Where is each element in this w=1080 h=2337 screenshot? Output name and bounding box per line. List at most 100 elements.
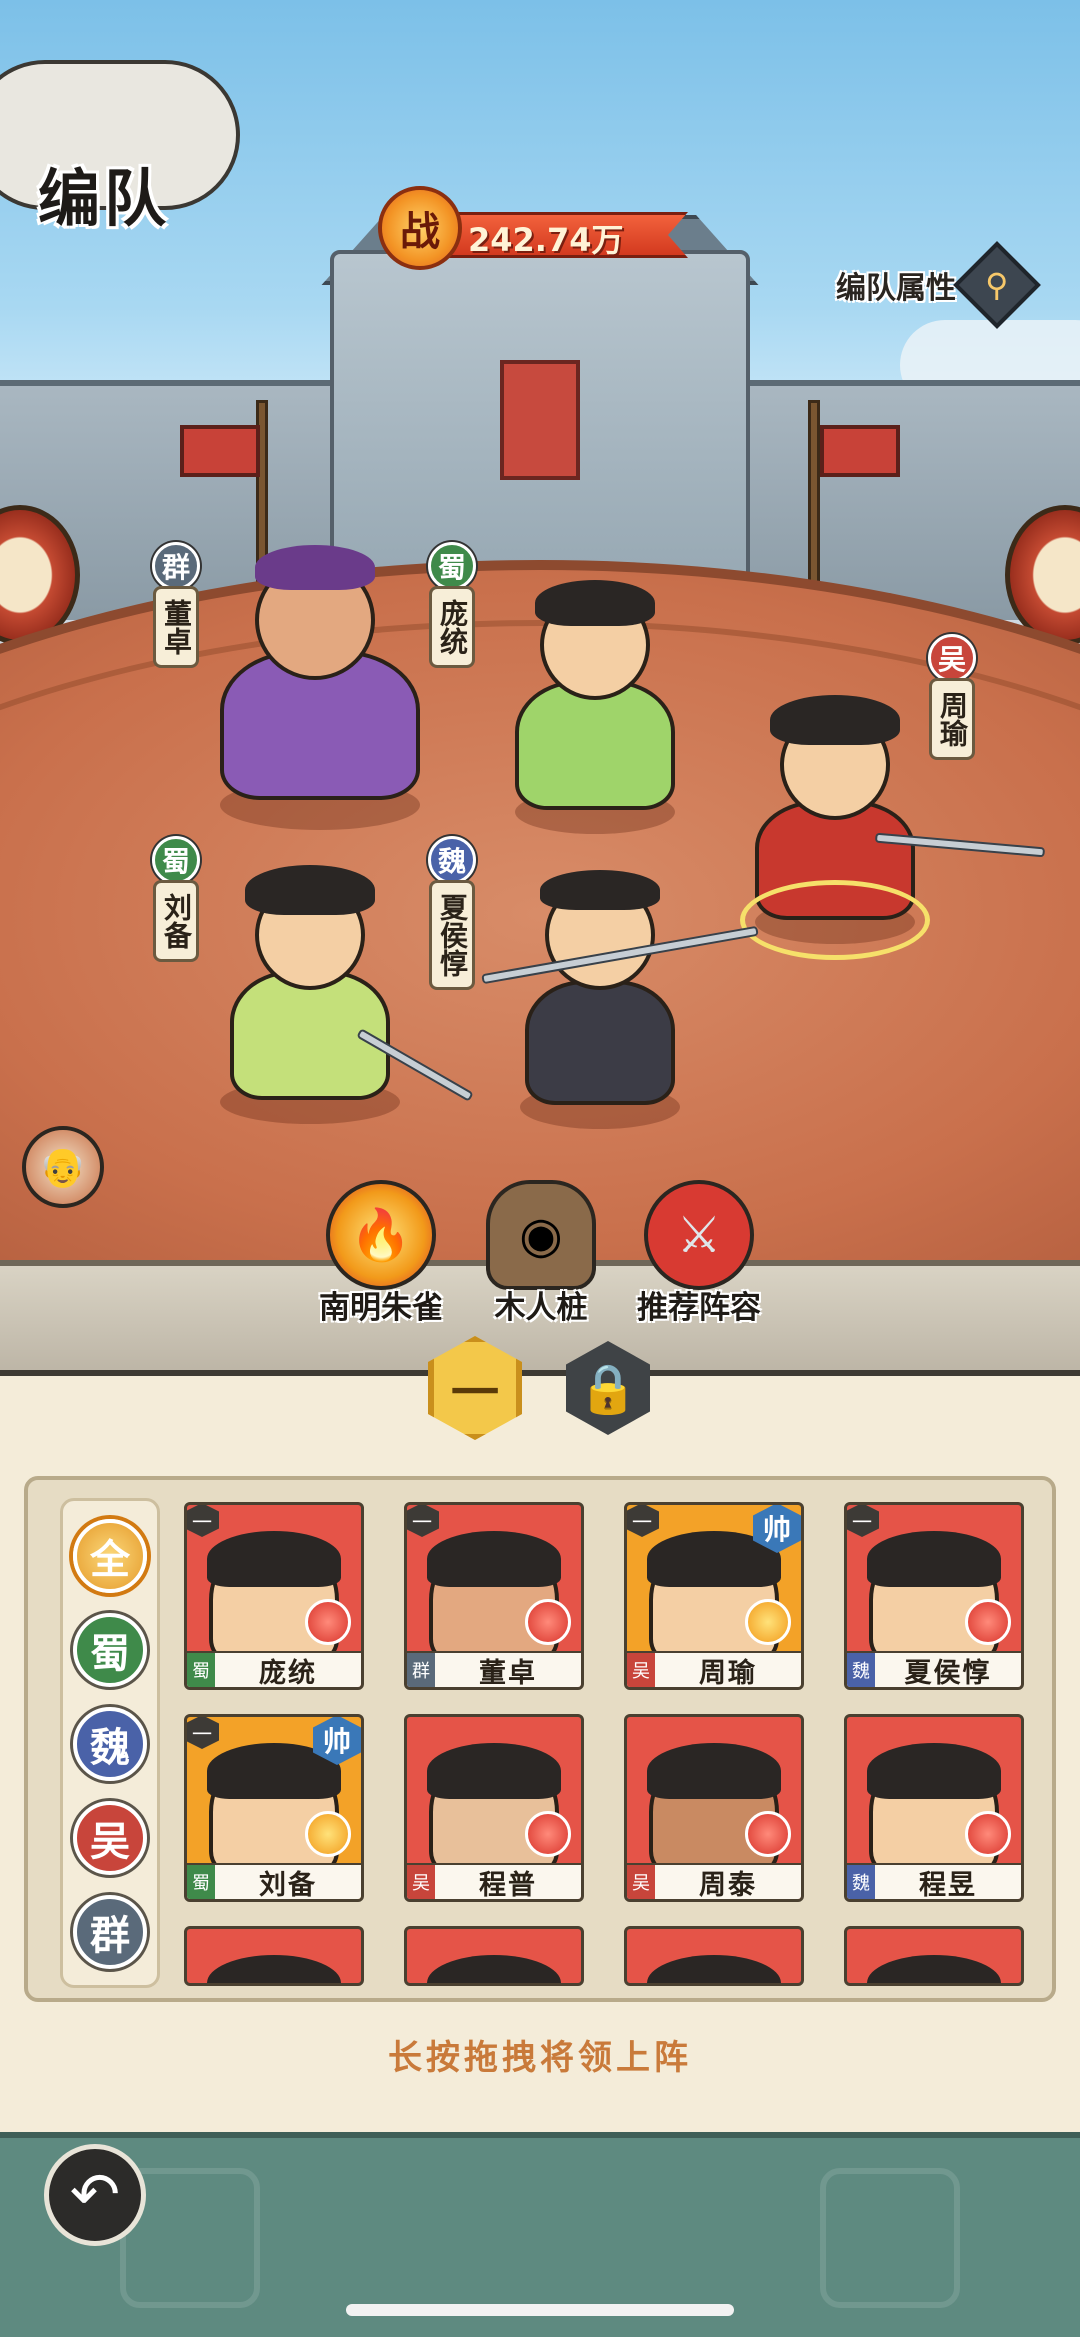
phoenix-icon: 🔥 [326,1180,436,1290]
faction-tag: 蜀 [187,1653,215,1687]
hero-name: 庞统 [259,1657,317,1689]
hero-name-bar: 吴 周泰 [627,1863,801,1899]
footer-pattern [820,2168,960,2308]
hero-name-bar: 魏 夏侯惇 [847,1651,1021,1687]
hero-name: 周瑜 [929,678,975,760]
hero-card[interactable] [624,1926,804,1986]
hero-name: 程普 [479,1869,537,1901]
hero-name: 董卓 [479,1657,537,1689]
flag [820,425,900,477]
faction-badge: 魏 [428,836,476,884]
faction-tag: 吴 [627,1653,655,1687]
filter-qun[interactable]: 群 [73,1895,147,1969]
hero-figure-xiahoudun[interactable] [481,870,759,1130]
hero-name: 刘备 [153,880,199,962]
assist-label: 木人桩 [494,1290,588,1326]
faction-tag: 群 [407,1653,435,1687]
faction-tag: 蜀 [187,1865,215,1899]
faction-badge: 吴 [928,634,976,682]
star-orb-icon [965,1811,1011,1857]
magnifier-icon[interactable]: ⚲ [953,241,1041,329]
battle-scene: 编队 战 242.74万 编队属性 ⚲ 群 董卓 蜀 庞统 吴 周瑜 蜀 刘备 … [0,0,1080,1390]
hero-card[interactable] [404,1926,584,1986]
team-mark: 一 [847,1505,879,1537]
hero-portrait [427,1955,561,1983]
faction-badge: 蜀 [428,542,476,590]
assist-recommended-button[interactable]: ⚔ 推荐阵容 [614,1180,784,1327]
hero-card[interactable] [184,1926,364,1986]
back-arrow-icon[interactable]: ↶ [44,2144,146,2246]
page-title: 编队 [38,162,171,235]
team-mark: 一 [407,1505,439,1537]
star-orb-icon [965,1599,1011,1645]
hero-card[interactable] [844,1926,1024,1986]
faction-tag: 魏 [847,1653,875,1687]
hero-figure-liubei[interactable] [190,860,474,1130]
filter-all[interactable]: 全 [73,1519,147,1593]
hero-roster: 全 蜀 魏 吴 群 一 蜀 庞统 一 群 董卓 一 帅 吴 周瑜 一 魏 夏侯惇… [24,1476,1056,2002]
hero-tag-4: 蜀 刘备 [152,836,200,962]
assist-dummy-button[interactable]: ◉ 木人桩 [456,1180,626,1327]
hero-card[interactable]: 魏 程昱 [844,1714,1024,1902]
crossed-swords-icon: ⚔ [644,1180,754,1290]
hero-card[interactable]: 一 帅 蜀 刘备 [184,1714,364,1902]
star-orb-icon [745,1811,791,1857]
team-attributes-button[interactable]: 编队属性 ⚲ [836,241,1041,329]
home-indicator[interactable] [346,2304,734,2316]
faction-filter-column: 全 蜀 魏 吴 群 [60,1498,160,1988]
hero-name: 程昱 [919,1869,977,1901]
power-value: 242.74万 [468,221,624,259]
hero-card[interactable]: 一 帅 吴 周瑜 [624,1502,804,1690]
faction-tag: 吴 [407,1865,435,1899]
palace-banner [500,360,580,480]
hero-name-bar: 蜀 庞统 [187,1651,361,1687]
filter-wei[interactable]: 魏 [73,1707,147,1781]
hero-tag-5: 魏 夏侯惇 [428,836,476,990]
faction-tag: 魏 [847,1865,875,1899]
hero-portrait [207,1955,341,1983]
hero-card[interactable]: 一 蜀 庞统 [184,1502,364,1690]
team-attributes-label: 编队属性 [836,271,956,306]
hero-name-bar: 群 董卓 [407,1651,581,1687]
hero-figure-dongzhuo[interactable] [200,540,440,840]
hero-card[interactable]: 吴 程普 [404,1714,584,1902]
tab-team-1[interactable]: 一 [428,1336,522,1440]
faction-badge: 群 [152,542,200,590]
hero-card[interactable]: 吴 周泰 [624,1714,804,1902]
team-mark: 一 [187,1717,219,1749]
hero-tag-2: 蜀 庞统 [428,542,476,668]
hero-card[interactable]: 一 魏 夏侯惇 [844,1502,1024,1690]
assist-label: 南明朱雀 [319,1290,443,1326]
filter-shu[interactable]: 蜀 [73,1613,147,1687]
hero-portrait [867,1955,1001,1983]
team-mark: 一 [187,1505,219,1537]
assist-phoenix-button[interactable]: 🔥 南明朱雀 [296,1180,466,1327]
faction-badge: 蜀 [152,836,200,884]
team-tabs: 一 🔒 [428,1336,650,1440]
hero-name: 周瑜 [699,1657,757,1689]
team-mark: 一 [627,1505,659,1537]
star-orb-icon [745,1599,791,1645]
filter-wu[interactable]: 吴 [73,1801,147,1875]
faction-tag: 吴 [627,1865,655,1899]
hero-name: 夏侯惇 [904,1657,992,1689]
lock-icon[interactable]: 🔒 [566,1341,650,1435]
hero-card[interactable]: 一 群 董卓 [404,1502,584,1690]
flag-pole [808,400,820,600]
hero-card-grid: 一 蜀 庞统 一 群 董卓 一 帅 吴 周瑜 一 魏 夏侯惇 一 帅 蜀 刘备 … [184,1502,1044,1986]
assist-label: 推荐阵容 [637,1290,761,1326]
hero-name-bar: 魏 程昱 [847,1863,1021,1899]
flag [180,425,260,477]
star-orb-icon [525,1599,571,1645]
power-indicator: 战 242.74万 [378,186,694,270]
hero-name-bar: 吴 程普 [407,1863,581,1899]
hero-name: 董卓 [153,586,199,668]
drag-hint: 长按拖拽将领上阵 [388,2038,692,2078]
advisor-avatar[interactable]: 👴 [22,1126,104,1208]
hero-tag-3: 吴 周瑜 [928,634,976,760]
hero-figure-pangtong[interactable] [495,580,695,840]
flame-icon: 战 [378,186,462,270]
hero-name: 周泰 [699,1869,757,1901]
hero-tag-1: 群 董卓 [152,542,200,668]
hero-name: 庞统 [429,586,475,668]
